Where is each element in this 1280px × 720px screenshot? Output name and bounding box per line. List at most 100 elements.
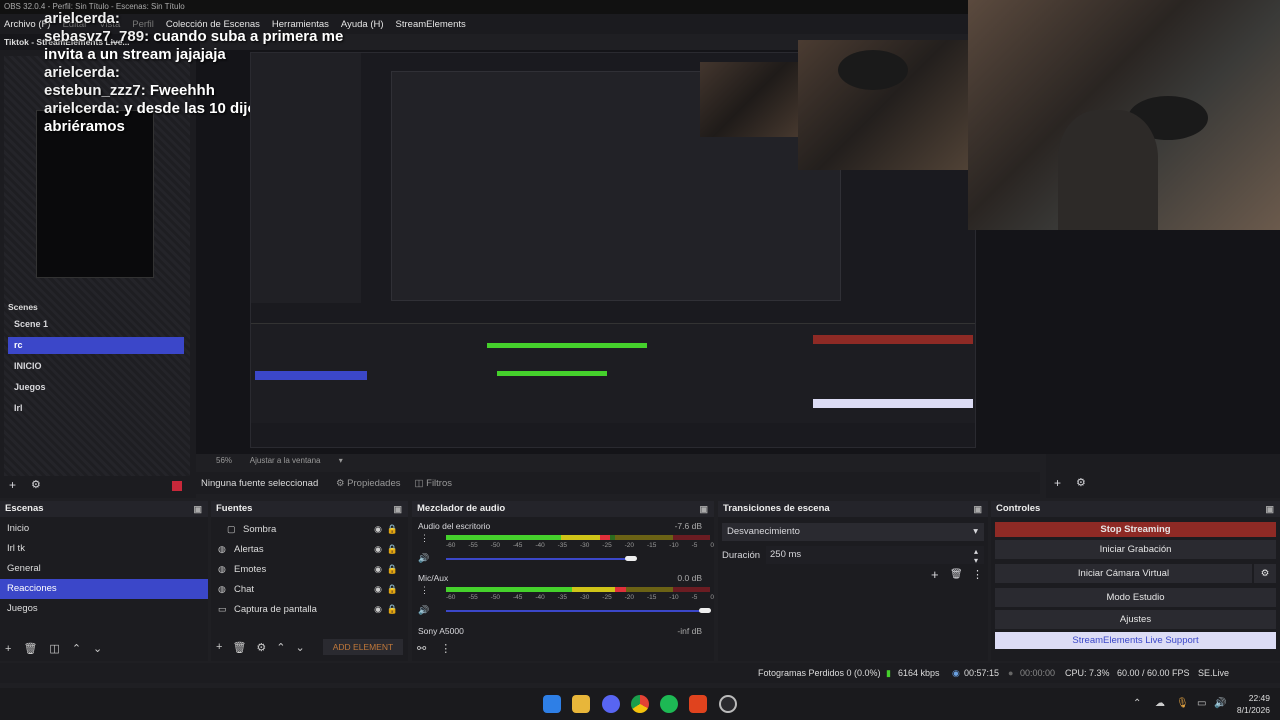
filters-button[interactable]: ◫ Filtros [415, 478, 453, 489]
filter-icon[interactable]: ◫ [49, 642, 59, 655]
arrow-up-icon[interactable]: ⌃ [276, 641, 285, 654]
kebab-icon[interactable]: ⋮ [420, 533, 429, 544]
chevron-down-icon: ▾ [973, 526, 978, 537]
preview-scene-item[interactable]: Irl [8, 400, 184, 417]
zoom-level[interactable]: 56% [216, 456, 232, 465]
undock-icon[interactable]: ▣ [1265, 501, 1274, 517]
lock-icon[interactable]: 🔒 [387, 519, 398, 539]
discord-icon[interactable] [602, 695, 620, 713]
signal-icon: ▮ [886, 668, 891, 678]
volume-slider-knob[interactable] [624, 556, 637, 561]
virtual-camera-button[interactable]: Iniciar Cámara Virtual [995, 564, 1252, 583]
lock-icon[interactable]: 🔒 [387, 579, 398, 599]
windows-start-icon[interactable] [543, 695, 561, 713]
source-item[interactable]: ▭ Captura de pantalla ◉ 🔒 [211, 599, 408, 619]
network-icon[interactable]: ▭ [1197, 698, 1206, 709]
kebab-icon[interactable]: ⋮ [440, 642, 451, 655]
chevron-down-icon[interactable]: ▾ [339, 456, 343, 465]
add-icon[interactable]: + [931, 567, 939, 582]
add-icon[interactable]: + [216, 641, 222, 653]
meter-tick-label: -5 [691, 542, 698, 549]
preview-scene-item-selected[interactable]: rc [8, 337, 184, 354]
speaker-icon[interactable]: 🔊 [418, 553, 429, 564]
scene-item[interactable]: Juegos [0, 599, 208, 619]
studio-mode-button[interactable]: Modo Estudio [995, 588, 1276, 607]
meter-tick-label: -55 [468, 542, 478, 549]
undock-icon[interactable]: ▣ [973, 501, 982, 517]
menu-streamelements[interactable]: StreamElements [396, 19, 466, 30]
gear-icon[interactable]: ⚙ [31, 478, 41, 491]
live-support-button[interactable]: StreamElements Live Support [995, 632, 1276, 649]
trash-icon[interactable]: 🗑 [232, 641, 246, 654]
eye-icon[interactable]: ◉ [374, 579, 382, 599]
lock-icon[interactable]: 🔒 [387, 539, 398, 559]
right-panel: + ⚙ [1046, 454, 1280, 498]
source-item[interactable]: ▢ Sombra ◉ 🔒 [211, 519, 408, 539]
scene-item-selected[interactable]: Reacciones [0, 579, 208, 599]
volume-slider-knob[interactable] [698, 608, 711, 613]
source-item[interactable]: ◍ Emotes ◉ 🔒 [211, 559, 408, 579]
trash-icon[interactable]: 🗑 [23, 642, 37, 655]
undock-icon[interactable]: ▣ [393, 501, 402, 517]
add-element-button[interactable]: ADD ELEMENT [322, 639, 404, 655]
add-icon[interactable]: + [5, 643, 11, 655]
trash-icon[interactable]: 🗑 [950, 569, 963, 580]
source-item[interactable]: ◍ Alertas ◉ 🔒 [211, 539, 408, 559]
kebab-icon[interactable]: ⋮ [420, 585, 429, 596]
scene-item[interactable]: General [0, 559, 208, 579]
preview-scene-item[interactable]: Juegos [8, 379, 184, 396]
obs-icon[interactable] [719, 695, 737, 713]
settings-button[interactable]: Ajustes [995, 610, 1276, 629]
camera-feed [968, 0, 1280, 230]
eye-icon[interactable]: ◉ [374, 539, 382, 559]
gear-icon[interactable]: ⚙ [1076, 476, 1086, 489]
camera-feed-medium [798, 40, 968, 170]
fit-window-dropdown[interactable]: Ajustar a la ventana [250, 456, 321, 465]
eye-icon[interactable]: ◉ [374, 599, 382, 619]
menu-ayuda[interactable]: Ayuda (H) [341, 19, 384, 30]
meter-tick-label: -60 [446, 594, 456, 601]
undock-icon[interactable]: ▣ [193, 501, 202, 517]
lock-icon[interactable]: 🔒 [387, 599, 398, 619]
clock[interactable]: 22:49 8/1/2026 [1232, 692, 1270, 716]
cloud-icon[interactable]: ☁ [1155, 698, 1165, 709]
properties-button[interactable]: ⚙ Propiedades [336, 478, 401, 489]
add-icon[interactable]: + [1054, 476, 1061, 490]
preview-scene-item[interactable]: Scene 1 [8, 316, 184, 333]
spotify-icon[interactable] [660, 695, 678, 713]
eye-icon[interactable]: ◉ [374, 559, 382, 579]
add-icon[interactable]: + [9, 478, 16, 492]
gear-icon[interactable]: ⚙ [1254, 564, 1276, 583]
taskbar: ⌃ ☁ 🎙 ▭ 🔊 22:49 8/1/2026 [0, 688, 1280, 720]
meter-ticks: -60 -55 -50 -45 -40 -35 -30 -25 -20 -15 -10 -5 0 [446, 542, 714, 549]
gear-icon[interactable]: ⚙ [256, 641, 266, 654]
chrome-icon[interactable] [631, 695, 649, 713]
arrow-down-icon[interactable]: ⌄ [93, 642, 102, 655]
link-icon[interactable]: ⚯ [417, 642, 426, 655]
volume-slider[interactable] [446, 610, 705, 612]
scene-item[interactable]: Irl tk [0, 539, 208, 559]
file-explorer-icon[interactable] [572, 695, 590, 713]
clock-time: 22:49 [1248, 693, 1270, 703]
undock-icon[interactable]: ▣ [699, 501, 708, 517]
lock-icon[interactable]: 🔒 [387, 559, 398, 579]
duration-input[interactable]: 250 ms ▴ ▾ [766, 546, 984, 565]
scene-item[interactable]: Inicio [0, 519, 208, 539]
transition-select[interactable]: Desvanecimiento ▾ [722, 523, 984, 541]
kebab-icon[interactable]: ⋮ [972, 568, 983, 581]
preview-scene-item[interactable]: INICIO [8, 358, 184, 375]
volume-slider[interactable] [446, 558, 631, 560]
arrow-down-icon[interactable]: ⌄ [296, 641, 305, 654]
speaker-icon[interactable]: 🔊 [418, 605, 429, 616]
chevron-up-icon[interactable]: ⌃ [1133, 698, 1141, 709]
brave-icon[interactable] [689, 695, 707, 713]
microphone-icon[interactable]: 🎙 [1176, 698, 1189, 709]
start-recording-button[interactable]: Iniciar Grabación [995, 540, 1276, 559]
volume-icon[interactable]: 🔊 [1214, 698, 1226, 709]
eye-icon[interactable]: ◉ [374, 519, 382, 539]
arrow-up-icon[interactable]: ⌃ [72, 642, 81, 655]
globe-icon: ◍ [218, 544, 226, 554]
meter-tick-label: -50 [490, 542, 501, 549]
stop-streaming-button[interactable]: Stop Streaming [995, 522, 1276, 537]
source-item[interactable]: ◍ Chat ◉ 🔒 [211, 579, 408, 599]
